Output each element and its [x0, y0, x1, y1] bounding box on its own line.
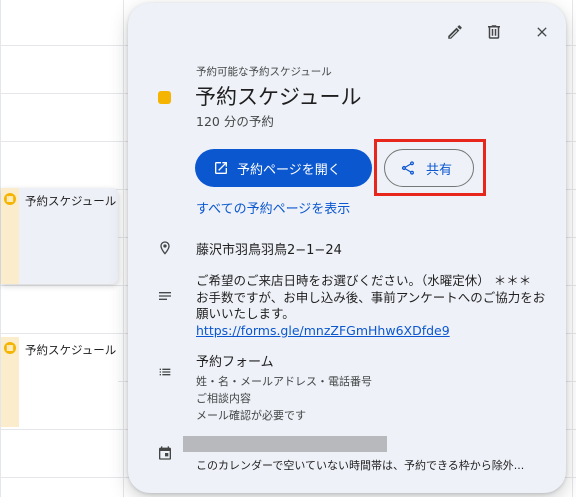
open-in-new-icon: [215, 162, 227, 174]
calendar-event[interactable]: ▦ 予約スケジュール: [1, 188, 118, 284]
schedule-kind-label: 予約可能な予約スケジュール: [196, 66, 332, 78]
open-booking-page-button[interactable]: 予約ページを開く: [195, 149, 372, 187]
close-button[interactable]: [531, 21, 553, 43]
booking-icon: ▦: [4, 193, 16, 205]
booking-icon: ▦: [4, 342, 16, 354]
close-icon: [537, 27, 547, 37]
event-title: 予約スケジュール: [195, 85, 362, 109]
location-text: 藤沢市羽鳥羽鳥2−1−24: [196, 243, 342, 258]
grid-line: [123, 0, 124, 497]
event-description: ご希望のご来店日時をお選びください。（水曜定休） ＊＊＊ お手数ですが、お申し込…: [196, 273, 546, 339]
duration-label: 120 分の予約: [196, 114, 274, 129]
event-color-swatch: [158, 91, 171, 104]
trash-icon: [488, 25, 500, 39]
email-verification-note: メール確認が必要です: [196, 409, 306, 422]
calendar-availability-note: このカレンダーで空いていない時間帯は、予約できる枠から除外...: [196, 459, 525, 472]
event-label: 予約スケジュール: [25, 343, 117, 357]
open-booking-page-label: 予約ページを開く: [237, 162, 341, 178]
edit-button[interactable]: [444, 21, 466, 43]
grid-line: [572, 0, 573, 497]
delete-button[interactable]: [483, 21, 505, 43]
event-label: 予約スケジュール: [25, 194, 117, 208]
form-extra-field: ご相談内容: [196, 392, 251, 405]
description-text: ご希望のご来店日時をお選びください。（水曜定休） ＊＊＊ お手数ですが、お申し込…: [196, 273, 546, 321]
calendar-event[interactable]: ▦ 予約スケジュール: [1, 337, 118, 427]
event-details-popup: 予約可能な予約スケジュール 予約スケジュール 120 分の予約 予約ページを開く…: [128, 3, 566, 493]
pencil-icon: [448, 25, 462, 39]
description-icon: [156, 287, 174, 305]
all-booking-pages-link[interactable]: すべての予約ページを表示: [196, 198, 350, 217]
redacted-calendar-name: [183, 436, 387, 452]
highlight-box: [374, 139, 486, 196]
survey-link[interactable]: https://forms.gle/mnzZFGmHhw6XDfde9: [196, 323, 450, 338]
booking-form-title: 予約フォーム: [196, 355, 274, 370]
form-fields: 姓・名・メールアドレス・電話番号: [196, 375, 372, 388]
location-pin-icon: [156, 239, 174, 257]
form-list-icon: [156, 363, 174, 381]
calendar-icon: [156, 444, 174, 462]
